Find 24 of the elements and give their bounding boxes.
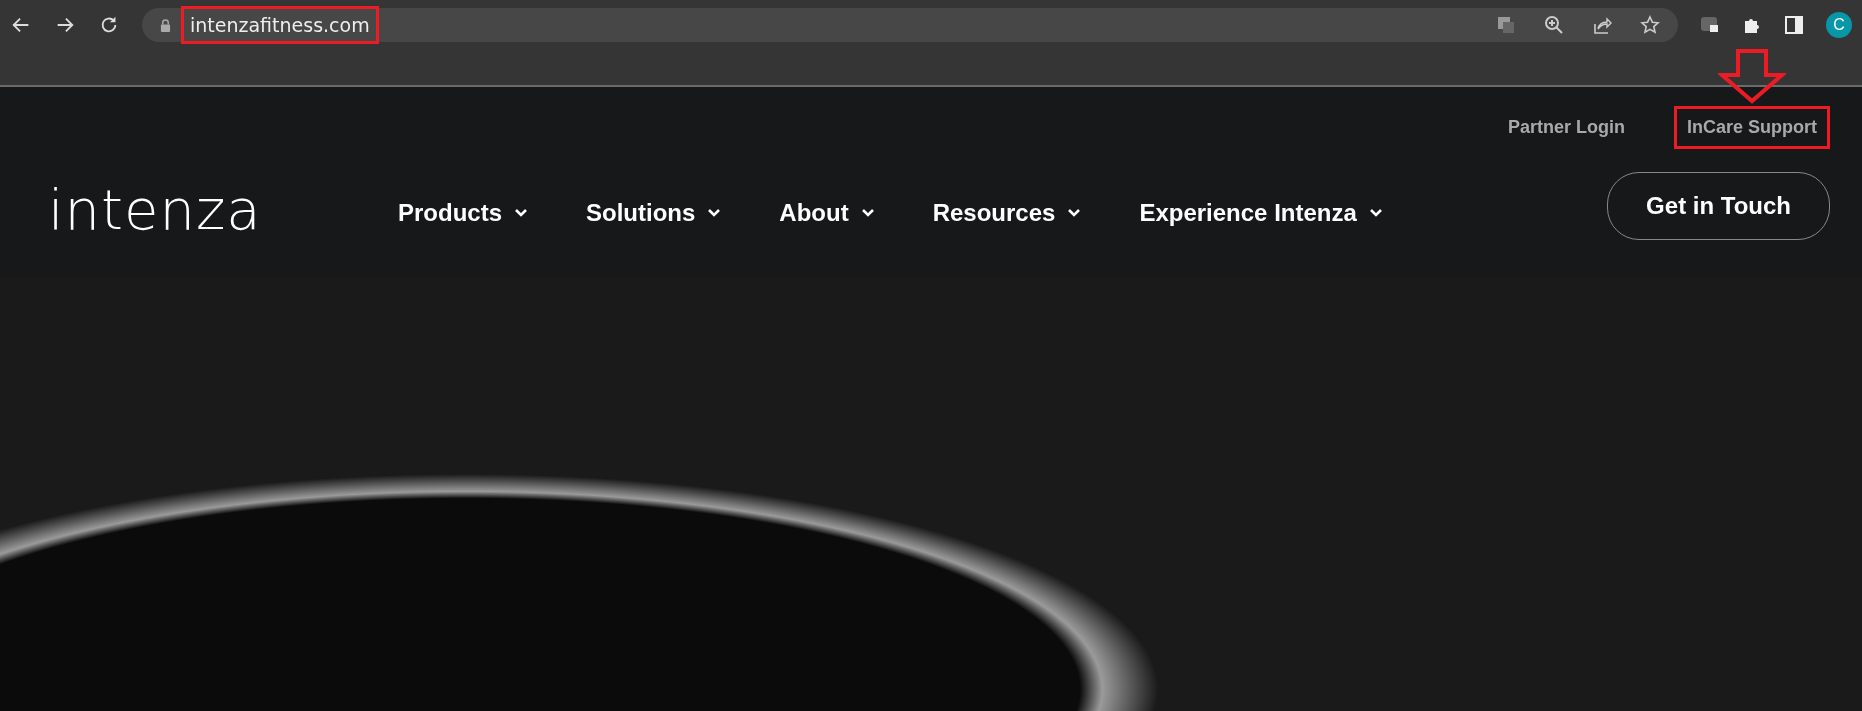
nav-menu-item[interactable]: Resources [932, 199, 1082, 227]
nav-menu-item[interactable]: Experience Intenza [1139, 199, 1383, 227]
lock-icon [160, 18, 171, 32]
nav-menu-item[interactable]: Solutions [586, 199, 722, 227]
share-icon[interactable] [1592, 15, 1612, 35]
nav-menu-item[interactable]: Products [398, 199, 528, 227]
zoom-icon[interactable] [1544, 15, 1564, 35]
profile-avatar[interactable]: C [1826, 12, 1852, 38]
chevron-down-icon [1067, 208, 1082, 218]
get-in-touch-button[interactable]: Get in Touch [1607, 172, 1830, 240]
extension-icon[interactable] [1700, 15, 1720, 35]
chevron-down-icon [860, 208, 875, 218]
logo[interactable]: intenza [48, 176, 398, 242]
nav-menu-item[interactable]: About [779, 199, 875, 227]
header-link[interactable]: Partner Login [1494, 106, 1638, 149]
star-icon[interactable] [1640, 15, 1660, 35]
chevron-down-icon [707, 208, 722, 218]
annotation-arrow [1718, 48, 1786, 104]
url-text: intenzafitness.com [181, 6, 379, 44]
header-link[interactable]: InCare Support [1674, 106, 1830, 149]
chevron-down-icon [1368, 208, 1383, 218]
address-bar[interactable]: intenzafitness.com [142, 8, 1678, 42]
chevron-down-icon [514, 208, 528, 218]
side-panel-icon[interactable] [1784, 15, 1804, 35]
